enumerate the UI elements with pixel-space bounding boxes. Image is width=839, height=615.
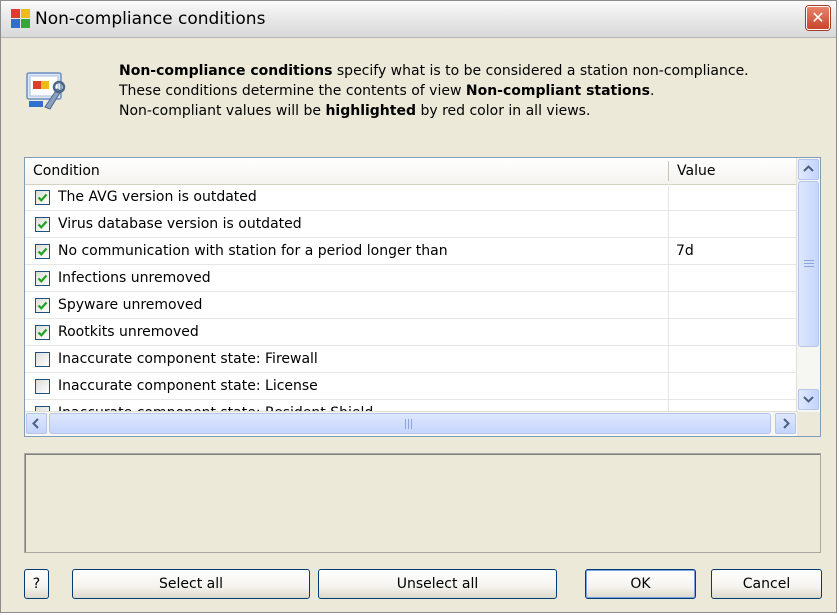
column-header-value[interactable]: Value [677, 163, 715, 179]
grip-line [804, 266, 814, 267]
description-panel [24, 453, 821, 553]
unselect-all-button[interactable]: Unselect all [318, 569, 557, 599]
column-divider[interactable] [668, 161, 669, 181]
condition-checkbox[interactable] [35, 190, 50, 205]
condition-checkbox[interactable] [35, 217, 50, 232]
condition-label: No communication with station for a peri… [58, 243, 448, 259]
table-row[interactable]: Rootkits unremoved [25, 319, 798, 346]
condition-label: Inaccurate component state: Firewall [58, 351, 318, 367]
condition-checkbox[interactable] [35, 379, 50, 394]
checkmark-icon [37, 247, 48, 256]
condition-label: Spyware unremoved [58, 297, 203, 313]
condition-value[interactable]: 7d [676, 243, 694, 259]
condition-checkbox[interactable] [35, 325, 50, 340]
select-all-button[interactable]: Select all [72, 569, 310, 599]
condition-label: Rootkits unremoved [58, 324, 199, 340]
cell-divider [668, 184, 669, 211]
table-row[interactable]: Spyware unremoved [25, 292, 798, 319]
cell-divider [668, 211, 669, 238]
table-row[interactable]: Virus database version is outdated [25, 211, 798, 238]
checkmark-icon [37, 220, 48, 229]
table-row[interactable]: Infections unremoved [25, 265, 798, 292]
checkmark-icon [37, 274, 48, 283]
scroll-up-button[interactable] [798, 159, 819, 180]
scroll-left-button[interactable] [26, 413, 47, 434]
info-line-1: Non-compliance conditions specify what i… [119, 63, 749, 79]
condition-label: The AVG version is outdated [58, 189, 257, 205]
table-row[interactable]: No communication with station for a peri… [25, 238, 798, 265]
title-bar[interactable]: Non-compliance conditions ✕ [1, 1, 836, 38]
close-button[interactable]: ✕ [806, 6, 830, 30]
chevron-up-icon [803, 165, 814, 172]
grip-line [804, 260, 814, 261]
chevron-down-icon [803, 396, 814, 403]
horizontal-scroll-thumb[interactable] [49, 413, 771, 434]
cell-divider [668, 319, 669, 346]
condition-checkbox[interactable] [35, 352, 50, 367]
dialog-window: Non-compliance conditions ✕ Non-complian… [0, 0, 837, 613]
cell-divider [668, 265, 669, 292]
vertical-scroll-thumb[interactable] [798, 181, 819, 347]
chevron-right-icon [783, 418, 790, 429]
avg-logo-icon [11, 9, 30, 28]
list-rows: The AVG version is outdated Virus databas… [25, 184, 798, 413]
scroll-down-button[interactable] [798, 389, 819, 410]
condition-checkbox[interactable] [35, 298, 50, 313]
settings-wrench-icon [26, 72, 66, 110]
condition-label: Virus database version is outdated [58, 216, 302, 232]
checkmark-icon [37, 328, 48, 337]
table-row[interactable]: Inaccurate component state: License [25, 373, 798, 400]
help-button[interactable]: ? [24, 569, 49, 599]
info-line-3: Non-compliant values will be highlighted… [119, 103, 591, 119]
condition-checkbox[interactable] [35, 244, 50, 259]
window-title: Non-compliance conditions [35, 9, 266, 29]
cell-divider [668, 292, 669, 319]
checkmark-icon [37, 301, 48, 310]
ok-button[interactable]: OK [585, 569, 696, 599]
checkmark-icon [37, 193, 48, 202]
condition-label: Inaccurate component state: License [58, 378, 318, 394]
column-header-condition[interactable]: Condition [33, 163, 100, 179]
scroll-right-button[interactable] [775, 413, 796, 434]
cell-divider [668, 346, 669, 373]
horizontal-scrollbar[interactable] [25, 411, 798, 436]
table-row[interactable]: The AVG version is outdated [25, 184, 798, 211]
cell-divider [668, 373, 669, 400]
condition-checkbox[interactable] [35, 271, 50, 286]
info-text: Non-compliance conditions specify what i… [119, 61, 749, 121]
table-row[interactable]: Inaccurate component state: Firewall [25, 346, 798, 373]
info-line-2: These conditions determine the contents … [119, 83, 655, 99]
scrollbar-corner [797, 412, 820, 436]
grip-icon [405, 419, 412, 429]
cell-divider [668, 238, 669, 265]
chevron-left-icon [32, 418, 39, 429]
grip-line [804, 263, 814, 264]
list-header: Condition Value [25, 158, 798, 185]
conditions-list[interactable]: Condition Value The AVG version is outda… [24, 157, 821, 437]
vertical-scrollbar[interactable] [796, 158, 820, 413]
condition-label: Infections unremoved [58, 270, 211, 286]
cancel-button[interactable]: Cancel [711, 569, 822, 599]
